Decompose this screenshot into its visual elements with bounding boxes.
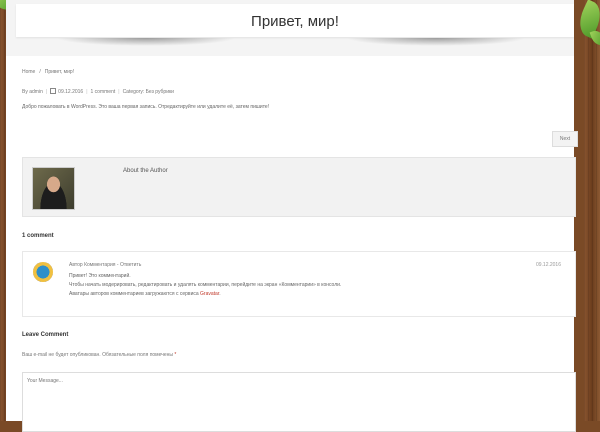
- comment-item: Автор Комментария - Ответить 09.12.2016 …: [22, 251, 576, 317]
- page-title: Привет, мир!: [16, 4, 574, 37]
- comment-line: Привет! Это комментарий.: [69, 273, 131, 279]
- author-avatar: [32, 167, 75, 210]
- meta-author-link[interactable]: admin: [29, 89, 43, 95]
- author-box-title: About the Author: [123, 168, 168, 174]
- wood-background-right: [584, 0, 600, 421]
- post-body: Добро пожаловать в WordPress. Это ваша п…: [22, 104, 270, 110]
- meta-comments-link[interactable]: 1 comment: [91, 89, 116, 95]
- breadcrumb-separator: /: [39, 69, 41, 75]
- author-box: About the Author: [22, 157, 576, 217]
- message-input[interactable]: [22, 372, 576, 432]
- comment-text: Привет! Это комментарий. Чтобы начать мо…: [69, 272, 341, 299]
- meta-divider: |: [45, 89, 48, 95]
- comments-heading: 1 comment: [22, 233, 54, 239]
- comment-line-text: Аватары авторов комментариев загружаются…: [69, 291, 199, 297]
- breadcrumb-home-link[interactable]: Home: [22, 69, 35, 75]
- page-container: Привет, мир! Home / Привет, мир! By admin |…: [6, 0, 578, 432]
- leave-comment-heading: Leave Comment: [22, 332, 69, 338]
- comment-author-line: Автор Комментария - Ответить: [69, 262, 141, 268]
- comment-line: Чтобы начать модерировать, редактировать…: [69, 282, 342, 288]
- comment-reply-link[interactable]: Ответить: [120, 262, 141, 268]
- required-fields-note: Ваш e-mail не будет опубликован. Обязате…: [22, 352, 176, 358]
- required-mark: *: [174, 352, 177, 358]
- gravatar-link[interactable]: Gravatar: [200, 291, 219, 297]
- meta-category-label: Category:: [122, 89, 145, 95]
- required-note-text: Ваш e-mail не будет опубликован. Обязате…: [22, 352, 173, 358]
- comment-line-end: .: [219, 291, 221, 297]
- meta-category-link[interactable]: Без рубрики: [146, 89, 174, 95]
- meta-date: 09.12.2016: [58, 89, 84, 95]
- breadcrumb: Home / Привет, мир!: [22, 69, 74, 75]
- breadcrumb-current: Привет, мир!: [44, 69, 75, 75]
- commenter-avatar: [33, 262, 53, 282]
- meta-divider: |: [118, 89, 120, 95]
- meta-by-label: By: [22, 89, 28, 95]
- post-meta: By admin | 09.12.2016 | 1 comment | Category: …: [22, 88, 174, 95]
- header-band: Привет, мир!: [6, 0, 574, 56]
- next-post-button[interactable]: Next: [552, 131, 578, 147]
- comment-author: Автор Комментария: [69, 262, 116, 268]
- comment-date: 09.12.2016: [535, 262, 561, 268]
- meta-divider: |: [86, 89, 88, 95]
- comment-line: Аватары авторов комментариев загружаются…: [69, 290, 341, 299]
- calendar-icon: [50, 88, 57, 94]
- header-shadow: [56, 38, 236, 46]
- header-shadow: [346, 38, 526, 46]
